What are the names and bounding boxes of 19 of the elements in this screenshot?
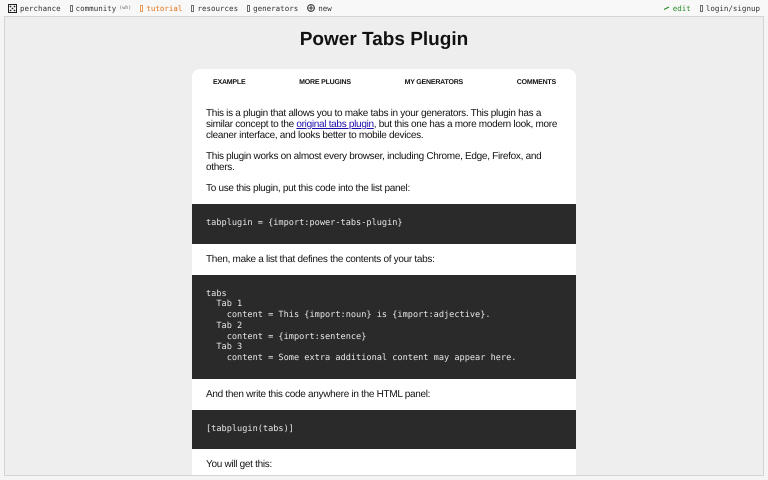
placeholder-glyph-icon <box>700 4 703 12</box>
plus-circle-icon <box>307 4 316 12</box>
dice-icon <box>8 4 17 12</box>
placeholder-glyph-icon <box>247 4 250 12</box>
paragraph: To use this plugin, put this code into the list panel: <box>205 183 411 196</box>
paragraph: This is a plugin that allows you to make tabs in your generators. This plugin has a similar concept to the original tabs plugin, but this one has a more modern look, more cleaner interface, and looks better to mobile devices. <box>205 108 558 143</box>
paragraph: You will get this: <box>205 459 273 472</box>
pencil-icon <box>664 6 670 10</box>
placeholder-glyph-icon <box>191 4 194 12</box>
page-title: Power Tabs Plugin <box>300 29 468 51</box>
link[interactable]: original tabs plugin <box>296 119 374 130</box>
placeholder-glyph-icon <box>70 4 73 12</box>
code-block: [tabplugin(tabs)] <box>192 410 576 450</box>
code-block: tabplugin = {import:power-tabs-plugin} <box>192 204 576 244</box>
paragraph: And then write this code anywhere in the HTML panel: <box>205 388 432 402</box>
paragraph: This plugin works on almost every browser, including Chrome, Edge, Firefox, and others. <box>205 151 542 175</box>
paragraph: Then, make a list that defines the contents of your tabs: <box>205 254 436 267</box>
code-block: tabs Tab 1 content = This {import:noun} is {import:adjective}. Tab 2 content = {import:sentence} Tab 3 content = Some extra additional content may appear here. <box>192 274 576 379</box>
placeholder-glyph-icon <box>140 4 144 12</box>
